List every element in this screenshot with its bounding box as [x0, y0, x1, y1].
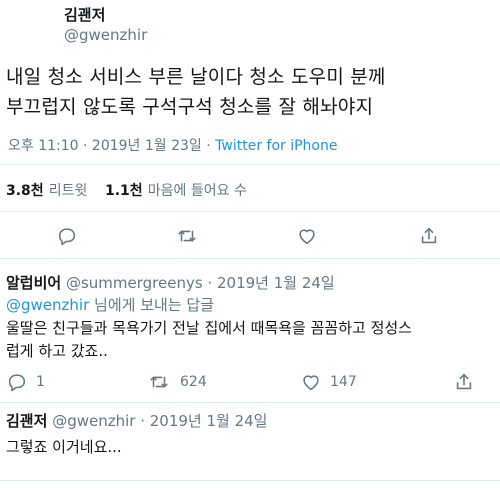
retweet-icon[interactable]: [176, 225, 198, 247]
reply-to-suffix: 님에게 보내는 답글: [94, 296, 214, 314]
share-icon[interactable]: [453, 371, 475, 393]
divider: [0, 164, 500, 165]
reply-author-handle[interactable]: @summergreenys · 2019년 1월 24일: [66, 274, 335, 292]
share-icon[interactable]: [418, 225, 440, 247]
heart-icon[interactable]: [296, 225, 318, 247]
author-handle[interactable]: @gwenzhir: [64, 26, 147, 44]
reply-header: 알럽비어 @summergreenys · 2019년 1월 24일: [6, 272, 335, 293]
tweet-text-line-2: 부끄럽지 않도록 구석구석 청소를 잘 해놔야지: [6, 96, 374, 118]
reply-to-mention[interactable]: @gwenzhir: [6, 296, 89, 314]
reply-text-line-1: 그렇죠 이거네요...: [6, 438, 122, 456]
reply-text-line-1: 울딸은 친구들과 목욕가기 전날 집에서 때목욕을 꼼꼼하고 정성스: [6, 319, 412, 337]
reply-text-line-2: 럽게 하고 갔죠..: [6, 342, 108, 360]
divider: [0, 258, 500, 259]
divider: [0, 211, 500, 212]
divider: [0, 480, 500, 481]
heart-icon[interactable]: [300, 371, 322, 393]
replying-to: @gwenzhir 님에게 보내는 답글: [6, 294, 214, 316]
tweet-timestamp[interactable]: 오후 11:10 · 2019년 1월 23일 ·: [8, 138, 211, 154]
retweet-icon[interactable]: [148, 371, 170, 393]
retweets-count: 3.8천: [6, 183, 44, 199]
likes-count: 1.1천: [105, 183, 143, 199]
reply-author-name[interactable]: 김괜저: [6, 412, 47, 430]
tweet-source-link[interactable]: Twitter for iPhone: [215, 138, 337, 154]
tweet-meta: 오후 11:10 · 2019년 1월 23일 · Twitter for iP…: [8, 135, 338, 155]
reply-header: 김괜저 @gwenzhir · 2019년 1월 24일: [6, 410, 267, 431]
divider: [0, 402, 500, 403]
tweet-text-line-1: 내일 청소 서비스 부른 날이다 청소 도우미 분께: [6, 66, 386, 88]
reply-author-name[interactable]: 알럽비어: [6, 274, 61, 292]
reply-icon[interactable]: [56, 225, 78, 247]
likes-label: 마음에 들어요 수: [147, 183, 247, 199]
reply-author-handle[interactable]: @gwenzhir · 2019년 1월 24일: [52, 412, 267, 430]
reply-count: 1: [36, 374, 45, 390]
retweets-label: 리트윗: [48, 183, 88, 199]
retweet-count: 624: [180, 374, 207, 390]
reply-icon[interactable]: [6, 371, 28, 393]
retweets-stat[interactable]: 3.8천 리트윗: [6, 180, 87, 200]
like-count: 147: [330, 374, 357, 390]
author-name[interactable]: 김괜저: [64, 4, 105, 25]
likes-stat[interactable]: 1.1천 마음에 들어요 수: [105, 180, 247, 200]
